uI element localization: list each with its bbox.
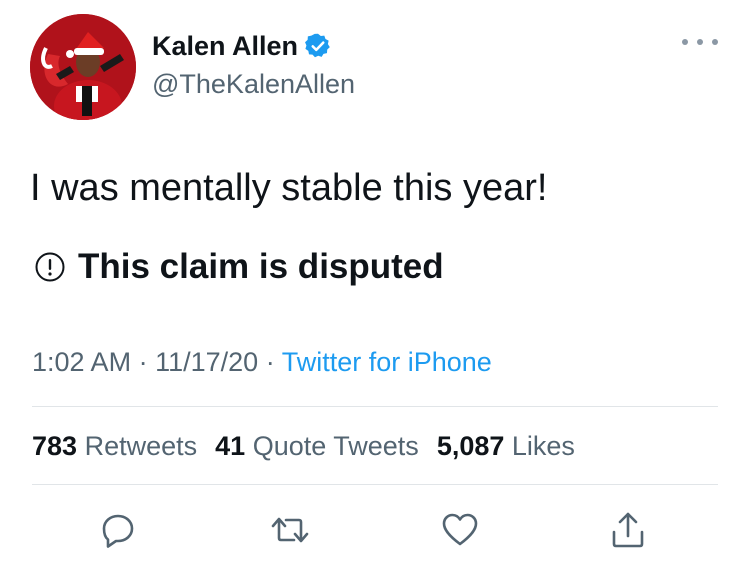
heart-icon xyxy=(442,513,478,546)
tweet-time[interactable]: 1:02 AM xyxy=(32,347,131,377)
retweet-button[interactable] xyxy=(270,510,310,550)
divider xyxy=(32,484,718,485)
retweets-stat[interactable]: 783 Retweets xyxy=(32,431,197,461)
quote-tweets-label: Quote Tweets xyxy=(252,431,419,461)
share-button[interactable] xyxy=(608,510,648,550)
avatar[interactable] xyxy=(30,14,136,120)
retweets-label: Retweets xyxy=(84,431,198,461)
disputed-claim-text: This claim is disputed xyxy=(78,247,444,286)
likes-stat[interactable]: 5,087 Likes xyxy=(437,431,575,461)
likes-label: Likes xyxy=(511,431,575,461)
disputed-claim-notice[interactable]: This claim is disputed xyxy=(34,244,444,290)
tweet-source-link[interactable]: Twitter for iPhone xyxy=(282,347,492,377)
more-options-icon[interactable] xyxy=(682,30,718,54)
exclamation-circle-icon xyxy=(35,252,65,282)
tweet-text: I was mentally stable this year! xyxy=(30,167,548,209)
engagement-stats: 783 Retweets 41 Quote Tweets 5,087 Likes xyxy=(32,428,575,464)
retweet-icon xyxy=(271,517,309,543)
meta-separator: · xyxy=(265,347,275,377)
quote-tweets-stat[interactable]: 41 Quote Tweets xyxy=(215,431,419,461)
tweet-date[interactable]: 11/17/20 xyxy=(155,347,258,377)
verified-badge-icon xyxy=(305,33,330,58)
like-button[interactable] xyxy=(440,510,480,550)
divider xyxy=(32,406,718,407)
display-name-text: Kalen Allen xyxy=(152,31,299,61)
reply-button[interactable] xyxy=(98,510,138,550)
tweet-card: Kalen Allen @TheKalenAllen I was mentall… xyxy=(0,0,750,576)
reply-icon xyxy=(102,514,134,548)
retweets-count: 783 xyxy=(32,431,78,461)
action-bar xyxy=(0,510,750,550)
share-icon xyxy=(612,512,644,548)
quote-tweets-count: 41 xyxy=(215,431,246,461)
meta-separator: · xyxy=(138,347,148,377)
likes-count: 5,087 xyxy=(436,431,505,461)
avatar-image xyxy=(30,14,136,120)
display-name[interactable]: Kalen Allen xyxy=(152,30,332,62)
user-handle[interactable]: @TheKalenAllen xyxy=(152,68,355,100)
tweet-metadata: 1:02 AM · 11/17/20 · Twitter for iPhone xyxy=(32,344,492,380)
